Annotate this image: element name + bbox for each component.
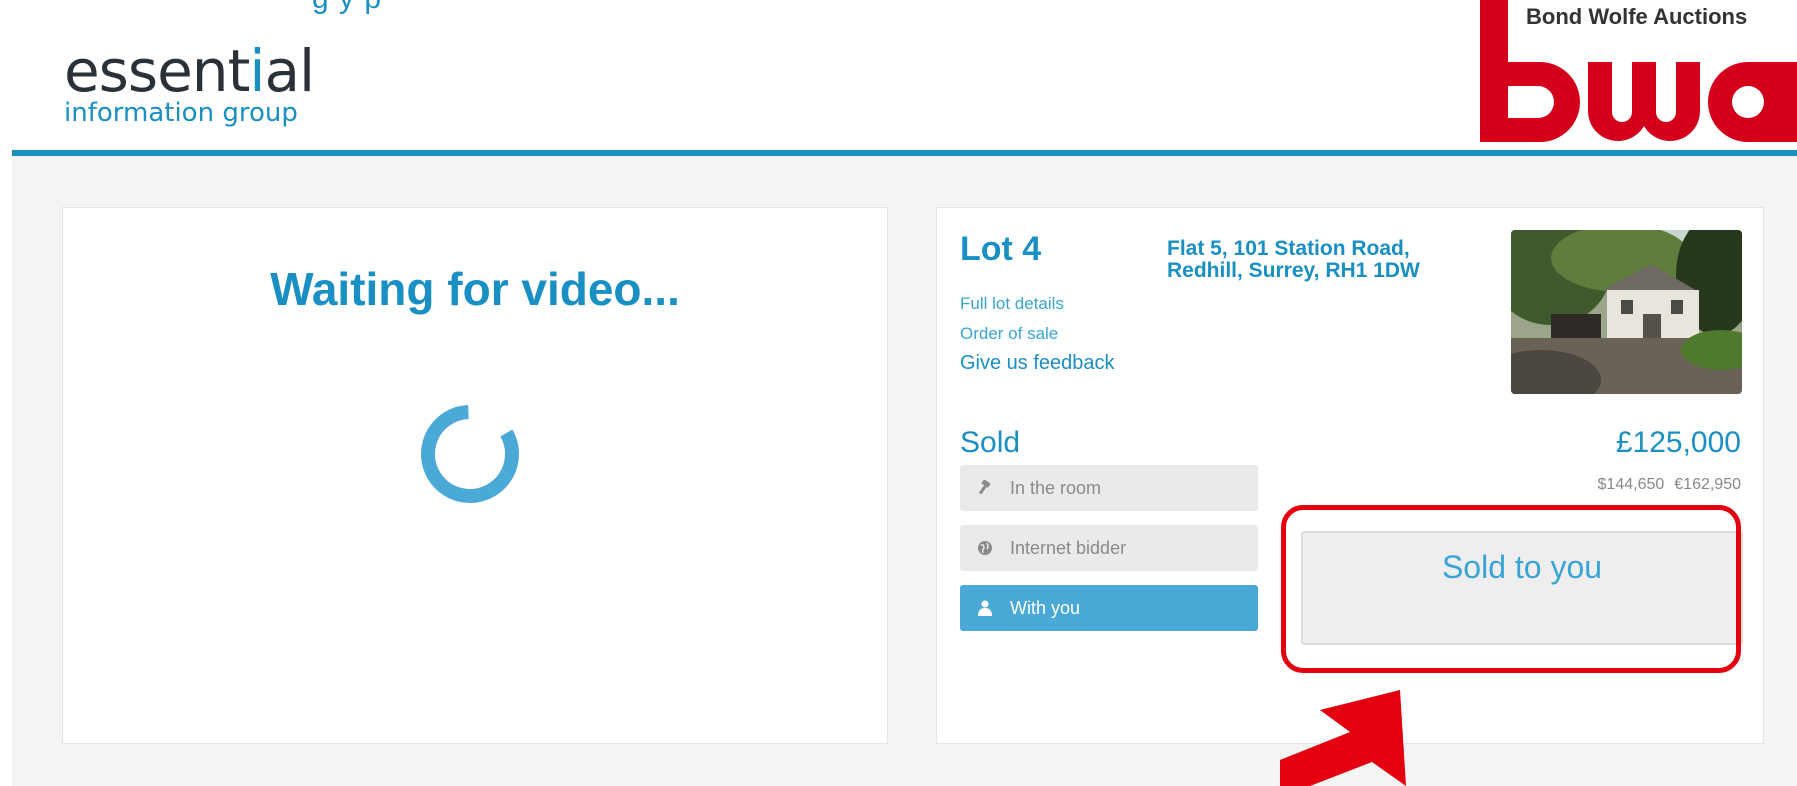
currency-conversions: $144,650 €162,950 bbox=[1598, 476, 1741, 494]
order-of-sale-link[interactable]: Order of sale bbox=[960, 324, 1058, 344]
user-icon bbox=[976, 599, 994, 617]
give-feedback-link[interactable]: Give us feedback bbox=[960, 352, 1115, 375]
in-the-room-label: In the room bbox=[1010, 477, 1102, 498]
logo-subtitle: information group bbox=[64, 98, 298, 128]
lot-address: Flat 5, 101 Station Road, Redhill, Surre… bbox=[1167, 237, 1420, 282]
header: g y p essential information group Bond W… bbox=[0, 0, 1797, 156]
property-photo-image bbox=[1511, 230, 1742, 394]
internet-bidder-button[interactable]: Internet bidder bbox=[960, 525, 1258, 571]
with-you-label: With you bbox=[1010, 597, 1081, 618]
globe-icon bbox=[976, 539, 994, 557]
in-the-room-button[interactable]: In the room bbox=[960, 465, 1258, 511]
lot-title: Lot 4 bbox=[960, 230, 1042, 268]
hammer-price: £125,000 bbox=[1615, 426, 1741, 459]
red-arrow-annotation-icon bbox=[1280, 690, 1406, 786]
with-you-button[interactable]: With you bbox=[960, 585, 1258, 631]
bwa-title: Bond Wolfe Auctions bbox=[1526, 4, 1748, 29]
price-eur: €162,950 bbox=[1674, 476, 1741, 493]
highlight-annotation bbox=[1281, 505, 1741, 673]
internet-bidder-label: Internet bidder bbox=[1010, 537, 1127, 558]
full-lot-details-link[interactable]: Full lot details bbox=[960, 294, 1064, 314]
lot-status: Sold bbox=[960, 426, 1021, 459]
loading-spinner-icon bbox=[421, 404, 519, 503]
property-photo[interactable] bbox=[1511, 230, 1742, 394]
bond-wolfe-auctions-logo[interactable]: Bond Wolfe Auctions bbox=[1480, 0, 1797, 142]
logo-wordmark: essential bbox=[64, 37, 315, 105]
essential-information-group-logo[interactable]: essential information group bbox=[64, 37, 315, 128]
video-waiting-message: Waiting for video... bbox=[270, 263, 680, 315]
gavel-icon bbox=[976, 479, 994, 497]
cropped-tagline: g y p bbox=[312, 0, 382, 16]
price-usd: $144,650 bbox=[1597, 476, 1665, 493]
